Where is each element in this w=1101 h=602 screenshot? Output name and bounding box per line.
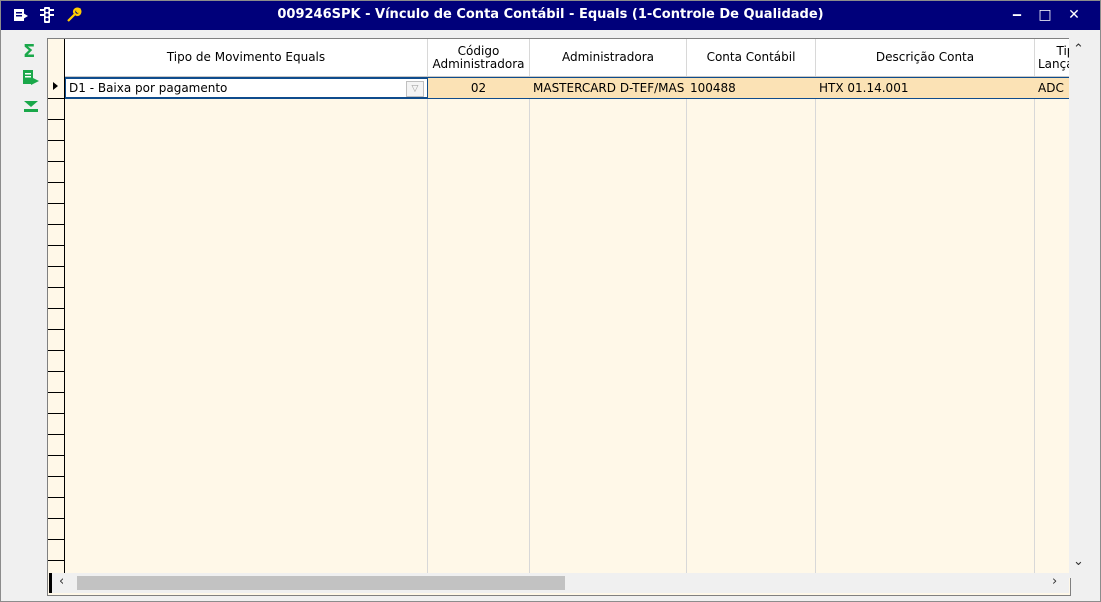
column-divider — [815, 77, 816, 574]
column-header-tipo-lancamento[interactable]: Tipo Lançamen — [1035, 39, 1070, 76]
row-indicator-cell[interactable] — [48, 98, 64, 120]
sum-icon[interactable]: Σ — [23, 42, 43, 62]
row-indicator-cell[interactable] — [48, 224, 64, 246]
row-indicator-cell[interactable] — [48, 77, 64, 99]
sidebar-toolbar: Σ — [1, 30, 47, 601]
column-divider — [686, 77, 687, 574]
title-bar: 009246SPK - Vínculo de Conta Contábil - … — [1, 1, 1100, 30]
table-row[interactable]: D1 - Baixa por pagamento ▽ 02 MASTERCARD… — [65, 77, 1070, 99]
tipo-movimento-combo[interactable]: D1 - Baixa por pagamento ▽ — [65, 78, 428, 98]
grid-header: Tipo de Movimento Equals Código Administ… — [65, 39, 1070, 77]
row-indicator-cell[interactable] — [48, 455, 64, 477]
scroll-down-icon[interactable]: ⌄ — [1073, 554, 1084, 569]
row-indicator-cell[interactable] — [48, 539, 64, 561]
row-indicator-cell[interactable] — [48, 476, 64, 498]
codigo-administradora-cell[interactable]: 02 — [428, 78, 529, 98]
data-grid: Tipo de Movimento Equals Código Administ… — [47, 38, 1071, 596]
tipo-movimento-value: D1 - Baixa por pagamento — [69, 81, 228, 95]
column-header-descricao-conta[interactable]: Descrição Conta — [816, 39, 1035, 76]
column-header-administradora[interactable]: Administradora — [530, 39, 687, 76]
minimize-icon[interactable]: ‒ — [1006, 6, 1028, 24]
row-indicator-cell[interactable] — [48, 119, 64, 141]
window-title: 009246SPK - Vínculo de Conta Contábil - … — [277, 7, 824, 22]
filter-down-icon[interactable] — [21, 96, 41, 116]
row-indicator-cell[interactable] — [48, 350, 64, 372]
row-indicator-cell[interactable] — [48, 518, 64, 540]
horizontal-scroll-thumb[interactable] — [77, 576, 565, 590]
close-icon[interactable]: ✕ — [1063, 6, 1085, 24]
row-indicator-cell[interactable] — [48, 308, 64, 330]
maximize-icon[interactable]: □ — [1034, 6, 1056, 24]
row-indicator-cell[interactable] — [48, 266, 64, 288]
row-indicator-cell[interactable] — [48, 245, 64, 267]
chevron-down-icon[interactable]: ▽ — [406, 81, 424, 97]
column-header-codigo-administradora[interactable]: Código Administradora — [428, 39, 530, 76]
column-header-conta-contabil[interactable]: Conta Contábil — [687, 39, 816, 76]
horizontal-scrollbar[interactable]: ‹ › — [49, 573, 1069, 593]
row-indicator-cell[interactable] — [48, 329, 64, 351]
column-divider — [1034, 77, 1035, 574]
row-indicator-column — [48, 39, 65, 574]
column-divider — [529, 77, 530, 574]
column-divider — [427, 77, 428, 574]
scroll-up-icon[interactable]: ⌃ — [1073, 42, 1084, 57]
row-indicator-cell[interactable] — [48, 287, 64, 309]
frozen-divider — [49, 573, 52, 593]
row-indicator-cell[interactable] — [48, 392, 64, 414]
row-indicator-cell[interactable] — [48, 497, 64, 519]
vertical-scrollbar[interactable]: ⌃ ⌄ — [1069, 38, 1089, 578]
row-indicator-cell[interactable] — [48, 182, 64, 204]
conta-contabil-cell[interactable]: 100488 — [687, 78, 815, 98]
scroll-left-icon[interactable]: ‹ — [59, 574, 64, 589]
tipo-lancamento-cell[interactable]: ADC — [1035, 78, 1070, 98]
row-indicator-cell[interactable] — [48, 203, 64, 225]
scroll-right-icon[interactable]: › — [1052, 574, 1057, 589]
row-indicator-cell[interactable] — [48, 161, 64, 183]
main-window: 009246SPK - Vínculo de Conta Contábil - … — [0, 0, 1101, 602]
export-icon[interactable] — [21, 68, 41, 88]
column-header-tipo-movimento[interactable]: Tipo de Movimento Equals — [65, 39, 428, 76]
row-indicator-cell[interactable] — [48, 371, 64, 393]
row-indicator-cell[interactable] — [48, 434, 64, 456]
row-indicator-cell[interactable] — [48, 140, 64, 162]
descricao-conta-cell[interactable]: HTX 01.14.001 — [816, 78, 1034, 98]
row-indicator-cell[interactable] — [48, 413, 64, 435]
administradora-cell[interactable]: MASTERCARD D-TEF/MAS — [530, 78, 686, 98]
